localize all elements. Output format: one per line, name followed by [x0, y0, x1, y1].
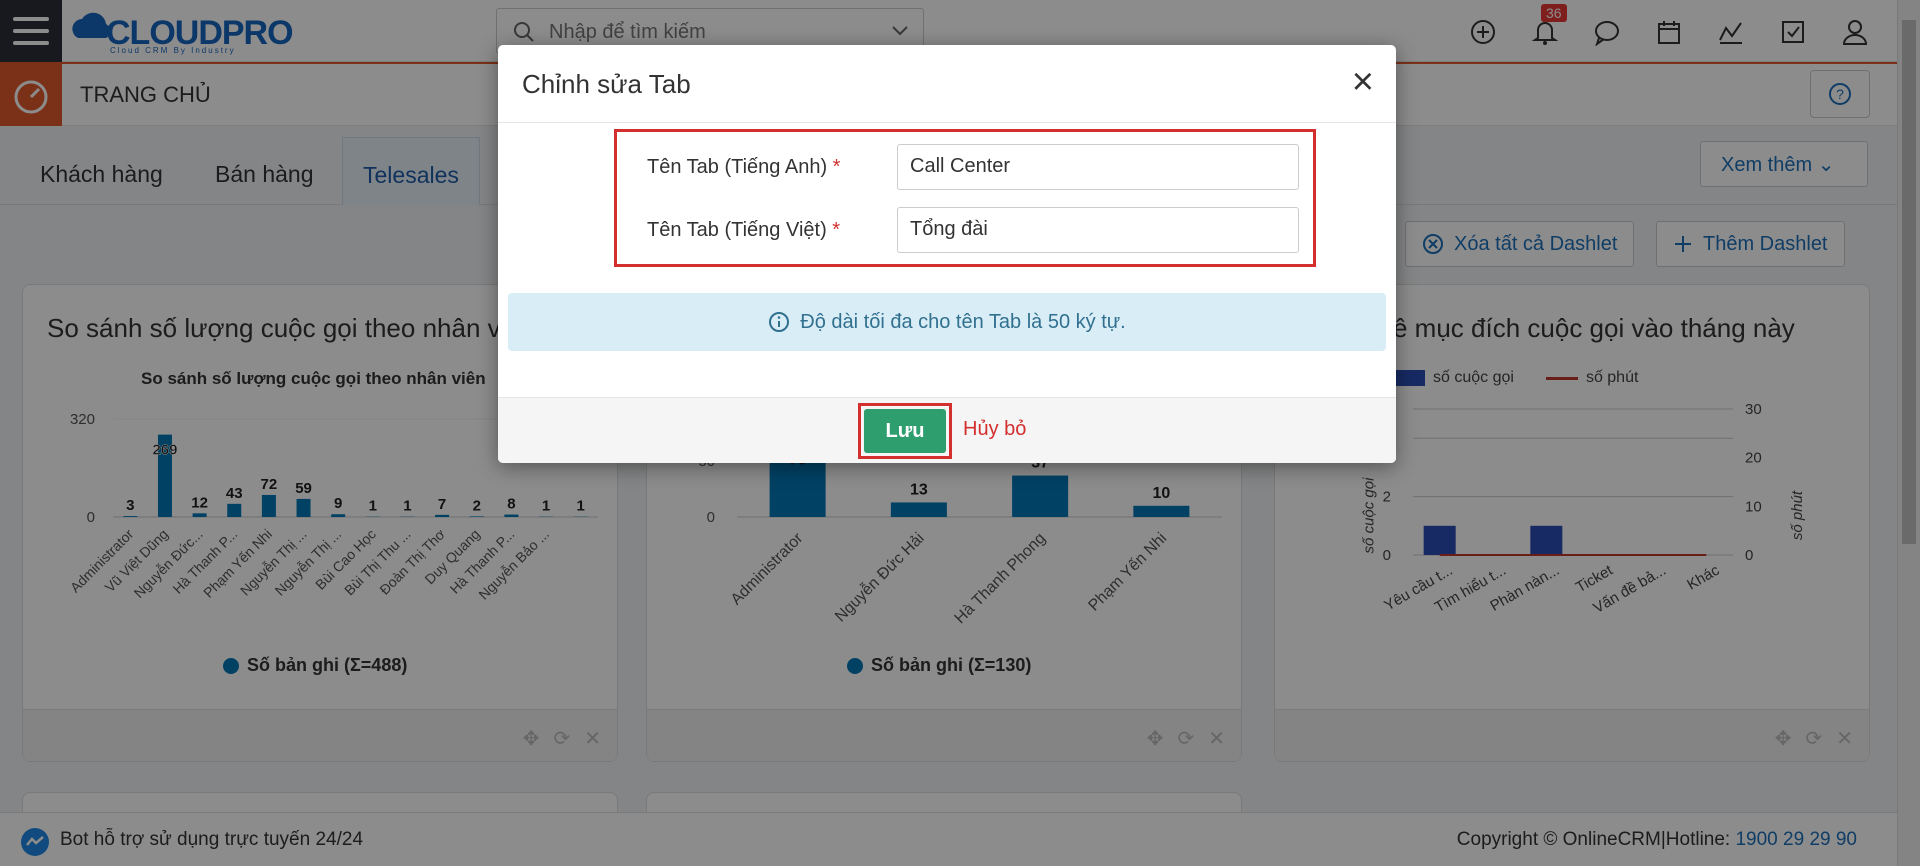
- save-button[interactable]: Lưu: [864, 409, 946, 453]
- info-icon: [769, 312, 790, 332]
- form-row-english: Tên Tab (Tiếng Anh) * Call Center: [647, 144, 1299, 190]
- form-row-vietnamese: Tên Tab (Tiếng Việt) * Tổng đài: [647, 207, 1299, 253]
- close-icon[interactable]: ×: [1352, 63, 1374, 101]
- info-text: Độ dài tối đa cho tên Tab là 50 ký tự.: [800, 310, 1126, 333]
- modal-title: Chỉnh sửa Tab: [522, 69, 691, 99]
- info-alert: Độ dài tối đa cho tên Tab là 50 ký tự.: [508, 293, 1386, 351]
- tab-name-form: Tên Tab (Tiếng Anh) * Call Center Tên Ta…: [614, 129, 1316, 267]
- label-tab-name-vietnamese: Tên Tab (Tiếng Việt) *: [647, 218, 841, 241]
- label-tab-name-english: Tên Tab (Tiếng Anh) *: [647, 155, 841, 178]
- tab-name-english-input[interactable]: Call Center: [897, 144, 1299, 190]
- edit-tab-modal: Chỉnh sửa Tab × Tên Tab (Tiếng Anh) * Ca…: [498, 45, 1396, 463]
- cancel-link[interactable]: Hủy bỏ: [963, 418, 1026, 441]
- modal-footer: Lưu Hủy bỏ: [498, 397, 1396, 463]
- modal-header: Chỉnh sửa Tab ×: [498, 45, 1396, 123]
- save-highlight: Lưu: [858, 403, 952, 459]
- tab-name-vietnamese-input[interactable]: Tổng đài: [897, 207, 1299, 253]
